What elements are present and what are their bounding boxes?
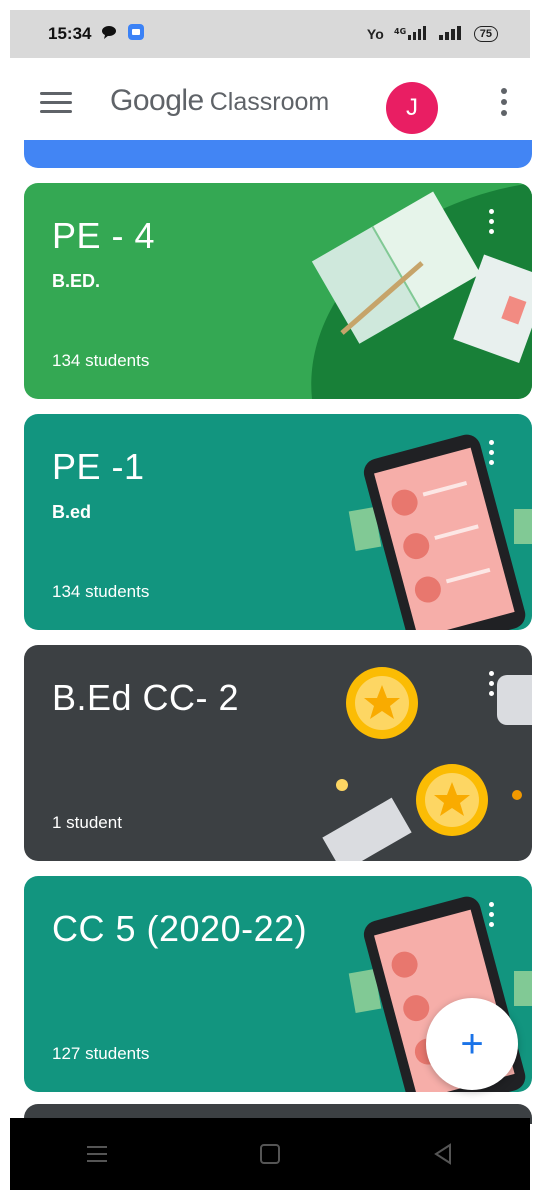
- card-more-options-icon[interactable]: [486, 440, 496, 470]
- home-icon[interactable]: [250, 1134, 290, 1174]
- back-icon[interactable]: [423, 1134, 463, 1174]
- hamburger-menu-icon[interactable]: [40, 92, 72, 116]
- class-title: CC 5 (2020-22): [52, 908, 308, 949]
- app-title-classroom: Classroom: [209, 88, 330, 116]
- more-options-icon[interactable]: [498, 88, 510, 122]
- signal-icon: [438, 25, 464, 44]
- class-student-count: 127 students: [52, 1044, 150, 1063]
- class-student-count: 134 students: [52, 582, 150, 601]
- class-card[interactable]: PE -1 B.ed 134 students: [24, 414, 532, 630]
- create-join-class-button[interactable]: +: [426, 998, 518, 1090]
- class-title: PE - 4: [52, 215, 156, 256]
- app-title: Google Classroom: [110, 84, 329, 118]
- battery-icon: 75: [473, 26, 498, 42]
- class-title: B.Ed CC- 2: [52, 677, 240, 718]
- status-right: Yo 4G 75: [367, 25, 498, 44]
- status-time: 15:34: [48, 24, 92, 43]
- card-more-options-icon[interactable]: [486, 209, 496, 239]
- app-notification-icon: [127, 23, 145, 46]
- chat-notification-icon: [101, 24, 117, 44]
- class-card-partial[interactable]: [24, 140, 532, 168]
- app-title-google: Google: [110, 84, 204, 117]
- class-student-count: 1 student: [52, 813, 122, 832]
- card-more-options-icon[interactable]: [486, 902, 496, 932]
- card-more-options-icon[interactable]: [486, 671, 496, 701]
- class-card[interactable]: B.Ed CC- 2 1 student: [24, 645, 532, 861]
- svg-text:4G: 4G: [394, 27, 406, 36]
- recent-apps-icon[interactable]: [77, 1134, 117, 1174]
- status-left: 15:34: [48, 23, 145, 46]
- volte-icon: Yo: [366, 26, 384, 42]
- system-navigation-bar: [10, 1118, 530, 1190]
- class-section: B.ED.: [52, 271, 101, 291]
- plus-icon: +: [460, 1022, 484, 1066]
- class-card[interactable]: PE - 4 B.ED. 134 students: [24, 183, 532, 399]
- class-title: PE -1: [52, 446, 145, 487]
- signal-4g-icon: 4G: [394, 25, 428, 44]
- class-section: B.ed: [52, 502, 92, 522]
- class-student-count: 134 students: [52, 351, 150, 370]
- app-bar: Google Classroom J: [10, 58, 530, 150]
- account-avatar[interactable]: J: [386, 82, 438, 134]
- status-bar: 15:34 Yo 4G 75: [10, 10, 530, 58]
